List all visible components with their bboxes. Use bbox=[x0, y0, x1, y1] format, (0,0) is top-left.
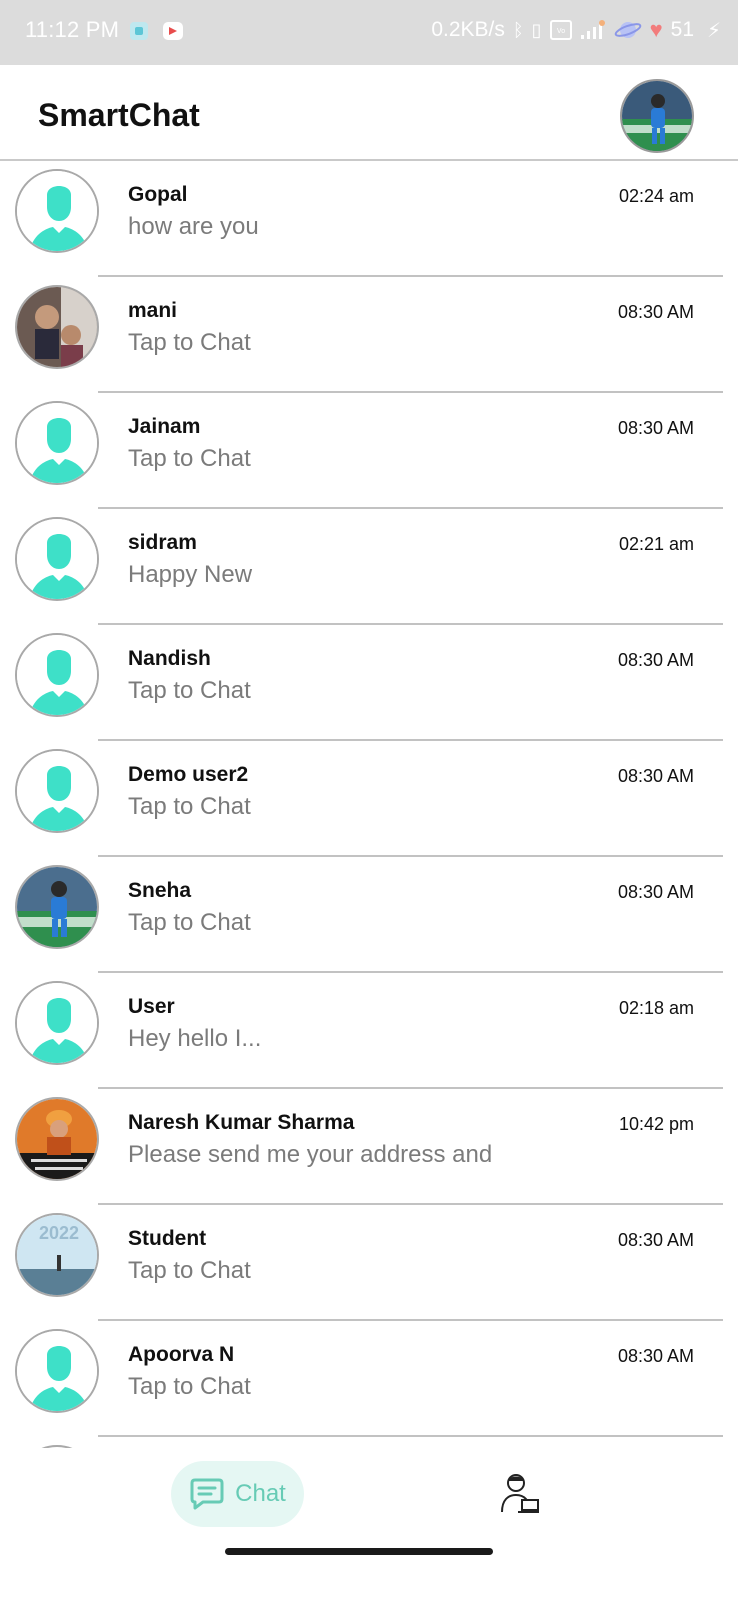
volte-icon: Vo bbox=[549, 20, 572, 40]
chat-row[interactable]: Gopal how are you 02:24 am bbox=[0, 161, 738, 277]
last-message: Tap to Chat bbox=[128, 1257, 251, 1284]
chat-row[interactable]: Jainam Tap to Chat 08:30 AM bbox=[0, 393, 738, 509]
last-message: Tap to Chat bbox=[128, 677, 251, 704]
nav-chat-tab[interactable]: Chat bbox=[171, 1461, 304, 1527]
message-time: 02:24 am bbox=[618, 186, 694, 206]
last-message: Happy New bbox=[128, 561, 253, 588]
planet-icon bbox=[614, 22, 641, 38]
contact-avatar[interactable] bbox=[15, 1097, 99, 1181]
chat-bubble-icon bbox=[190, 1478, 224, 1510]
contact-name: Nandish bbox=[128, 647, 211, 670]
svg-text:Vo: Vo bbox=[556, 28, 564, 35]
profile-avatar[interactable] bbox=[620, 79, 694, 153]
bluetooth-icon: ᛒ bbox=[512, 19, 524, 40]
last-message: Tap to Chat bbox=[128, 1373, 251, 1400]
status-right-group: 0.2KB/s ᛒ ▯ Vo ♥ 51 bbox=[431, 17, 694, 43]
chat-row[interactable]: Apoorva N Tap to Chat 08:30 AM bbox=[0, 1321, 738, 1437]
svg-text:2022: 2022 bbox=[39, 1223, 79, 1243]
contact-avatar[interactable] bbox=[15, 633, 99, 717]
message-time: 10:42 pm bbox=[618, 1114, 694, 1134]
contact-avatar[interactable] bbox=[15, 517, 99, 601]
contact-name: Student bbox=[128, 1227, 207, 1250]
contact-photo: 2022 bbox=[17, 1215, 97, 1295]
default-user-icon bbox=[17, 403, 97, 483]
contact-photo bbox=[17, 867, 97, 947]
last-message: Tap to Chat bbox=[128, 793, 251, 820]
user-laptop-icon bbox=[501, 1474, 539, 1513]
bottom-nav: Chat bbox=[0, 1448, 738, 1600]
contact-name: Sneha bbox=[128, 879, 192, 902]
chat-row[interactable]: mani Tap to Chat 08:30 AM bbox=[0, 277, 738, 393]
contact-name: Demo user2 bbox=[128, 763, 249, 786]
message-time: 08:30 AM bbox=[617, 418, 694, 438]
last-message: Tap to Chat bbox=[128, 329, 251, 356]
contact-name: Naresh Kumar Sharma bbox=[128, 1111, 355, 1134]
last-message: Tap to Chat bbox=[128, 909, 251, 936]
default-user-icon bbox=[17, 635, 97, 715]
contact-avatar[interactable] bbox=[15, 169, 99, 253]
signal-icon bbox=[580, 20, 605, 39]
app-title: SmartChat bbox=[38, 97, 200, 133]
app-bar: SmartChat bbox=[0, 65, 738, 161]
contact-avatar[interactable] bbox=[15, 1329, 99, 1413]
status-bar: 11:12 PM 0.2KB/s ᛒ ▯ Vo ♥ 51 ⚡ bbox=[0, 0, 738, 65]
net-speed: 0.2KB/s bbox=[431, 18, 505, 41]
last-message: Tap to Chat bbox=[128, 445, 251, 472]
chat-row[interactable]: 2022 Student Tap to Chat 08:30 AM bbox=[0, 1205, 738, 1321]
message-time: 02:18 am bbox=[618, 998, 694, 1018]
chat-row[interactable]: Nandish Tap to Chat 08:30 AM bbox=[0, 625, 738, 741]
contact-avatar[interactable] bbox=[15, 285, 99, 369]
last-message: Please send me your address and bbox=[128, 1141, 493, 1168]
default-user-icon bbox=[17, 751, 97, 831]
default-user-icon bbox=[17, 1331, 97, 1411]
message-time: 08:30 AM bbox=[617, 882, 694, 902]
vibrate-icon: ▯ bbox=[531, 19, 542, 40]
cricket-photo-icon bbox=[622, 81, 692, 151]
default-user-icon bbox=[17, 983, 97, 1063]
contact-avatar[interactable] bbox=[15, 865, 99, 949]
contact-avatar[interactable]: 2022 bbox=[15, 1213, 99, 1297]
contact-name: Gopal bbox=[128, 183, 188, 206]
chat-list[interactable]: Gopal how are you 02:24 am mani Tap to Chat 0… bbox=[0, 161, 738, 1448]
contact-name: mani bbox=[128, 299, 178, 322]
contact-avatar[interactable] bbox=[15, 401, 99, 485]
battery-level: 51 bbox=[670, 18, 694, 41]
nav-chat-label: Chat bbox=[235, 1480, 286, 1507]
default-user-icon bbox=[17, 519, 97, 599]
app-notification-icon bbox=[130, 22, 148, 40]
contact-avatar[interactable] bbox=[15, 749, 99, 833]
heart-icon: ♥ bbox=[649, 17, 663, 42]
message-time: 08:30 AM bbox=[617, 302, 694, 322]
home-indicator[interactable] bbox=[225, 1548, 493, 1555]
message-time: 02:21 am bbox=[618, 534, 694, 554]
message-time: 08:30 AM bbox=[617, 766, 694, 786]
contact-name: Apoorva N bbox=[128, 1343, 235, 1366]
contact-name: User bbox=[128, 995, 175, 1018]
youtube-notification-icon bbox=[163, 22, 183, 40]
chat-row[interactable]: Sneha Tap to Chat 08:30 AM bbox=[0, 857, 738, 973]
contact-name: sidram bbox=[128, 531, 197, 554]
status-time: 11:12 PM bbox=[25, 17, 120, 42]
last-message: Hey hello I... bbox=[128, 1025, 262, 1052]
chat-row[interactable]: User Hey hello I... 02:18 am bbox=[0, 973, 738, 1089]
charging-icon: ⚡ bbox=[706, 20, 721, 42]
contact-photo bbox=[17, 287, 97, 367]
chat-row[interactable]: sidram Happy New 02:21 am bbox=[0, 509, 738, 625]
contact-photo bbox=[17, 1099, 97, 1179]
last-message: how are you bbox=[128, 213, 259, 240]
message-time: 08:30 AM bbox=[617, 1346, 694, 1366]
contact-avatar[interactable] bbox=[15, 981, 99, 1065]
nav-profile-tab[interactable] bbox=[500, 1472, 540, 1516]
chat-row-partial[interactable] bbox=[0, 1437, 738, 1448]
contact-name: Jainam bbox=[128, 415, 201, 438]
chat-row[interactable]: Demo user2 Tap to Chat 08:30 AM bbox=[0, 741, 738, 857]
message-time: 08:30 AM bbox=[617, 1230, 694, 1250]
chat-row[interactable]: Naresh Kumar Sharma Please send me your a… bbox=[0, 1089, 738, 1205]
default-user-icon bbox=[17, 171, 97, 251]
message-time: 08:30 AM bbox=[617, 650, 694, 670]
